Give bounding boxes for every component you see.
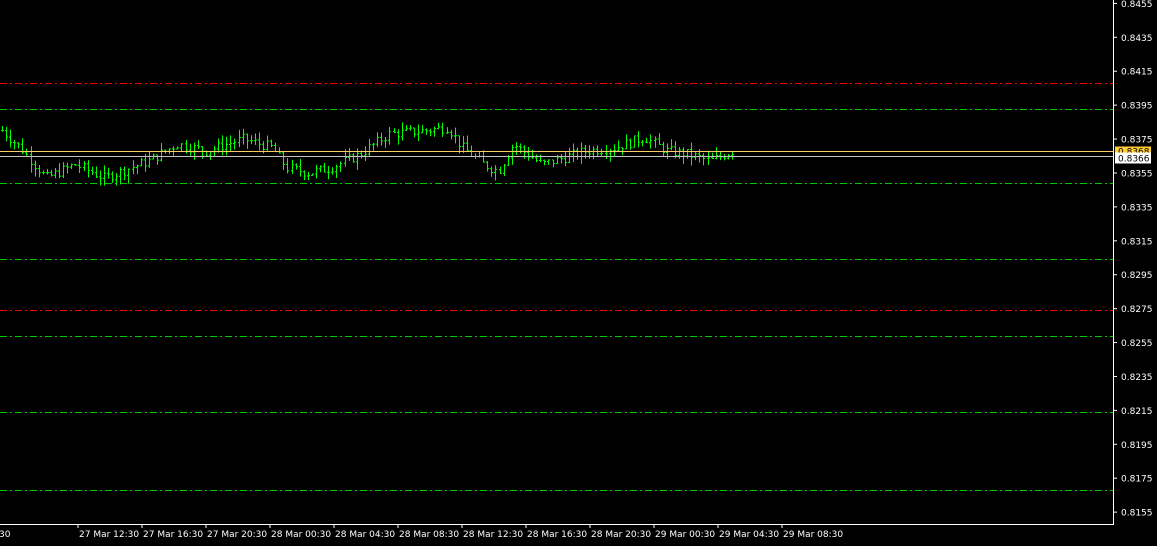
time-tick-label: 27 Mar 16:30: [143, 530, 203, 540]
time-tick-label: 28 Mar 12:30: [463, 530, 523, 540]
price-tick-label: 0.8435: [1121, 34, 1153, 44]
price-tick-label: 0.8215: [1121, 407, 1153, 417]
price-tick-label: 0.8355: [1121, 169, 1153, 179]
price-tick-label: 0.8375: [1121, 136, 1153, 146]
price-chart[interactable]: 0.8455 0.8435 0.8415 0.8395 0.8375 0.8355 0.83…: [0, 0, 1157, 546]
price-tick-label: 0.8455: [1121, 0, 1153, 10]
price-tick-label: 0.8315: [1121, 237, 1153, 247]
time-tick-label: 28 Mar 04:30: [335, 530, 395, 540]
price-tick-label: 0.8335: [1121, 203, 1153, 213]
price-tick-label: 0.8395: [1121, 102, 1153, 112]
time-tick-label: 30: [0, 530, 11, 540]
time-tick-label: 28 Mar 20:30: [591, 530, 651, 540]
price-tick-label: 0.8155: [1121, 509, 1153, 519]
price-tick-label: 0.8235: [1121, 373, 1153, 383]
price-tick-label: 0.8195: [1121, 441, 1153, 451]
price-tick-label: 0.8255: [1121, 339, 1153, 349]
price-tick-label: 0.8415: [1121, 68, 1153, 78]
price-tags: 0.83680.8366: [1115, 146, 1151, 165]
price-tick-label: 0.8275: [1121, 305, 1153, 315]
time-tick-label: 28 Mar 00:30: [271, 530, 331, 540]
chart-background: [0, 0, 1157, 546]
time-tick-label: 27 Mar 20:30: [207, 530, 267, 540]
time-tick-label: 27 Mar 12:30: [79, 530, 139, 540]
time-tick-label: 29 Mar 04:30: [719, 530, 779, 540]
time-tick-label: 28 Mar 16:30: [527, 530, 587, 540]
price-tick-label: 0.8295: [1121, 271, 1153, 281]
price-tick-label: 0.8175: [1121, 475, 1153, 485]
bid-price-label: 0.8366: [1118, 155, 1150, 165]
time-tick-label: 29 Mar 08:30: [783, 530, 843, 540]
time-tick-label: 28 Mar 08:30: [399, 530, 459, 540]
time-tick-label: 29 Mar 00:30: [655, 530, 715, 540]
